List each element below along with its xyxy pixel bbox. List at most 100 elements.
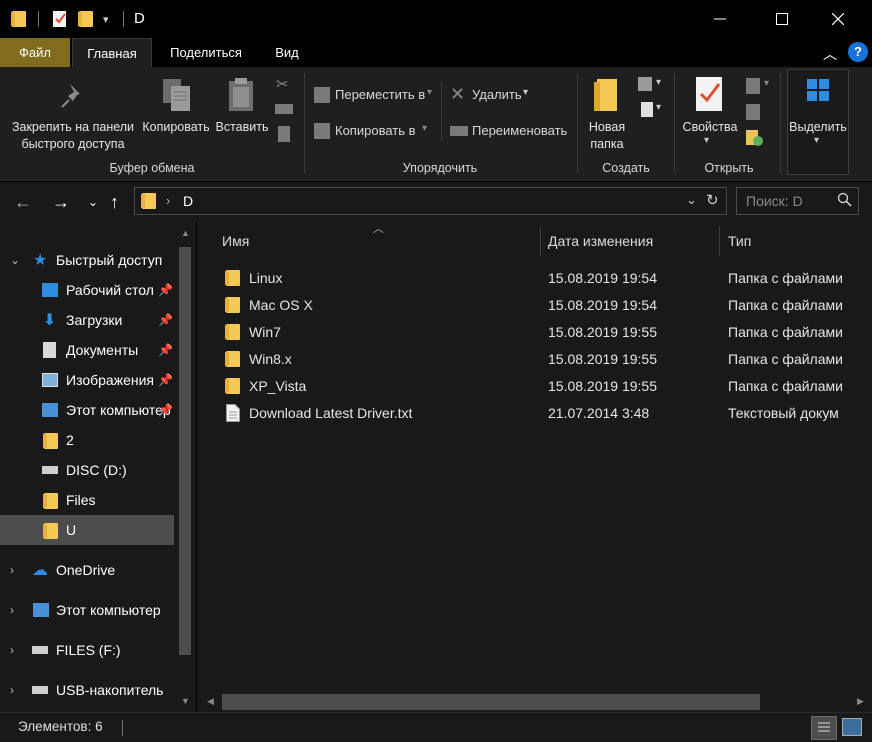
address-bar[interactable]: › D ⌄ ↻	[134, 187, 727, 215]
select-dropdown-icon[interactable]: ▾	[814, 135, 819, 146]
pin-icon[interactable]: 📌	[158, 373, 173, 387]
pin-icon[interactable]: 📌	[158, 403, 173, 417]
move-to-dropdown-icon[interactable]: ▾	[427, 87, 432, 98]
folder-icon	[225, 351, 240, 370]
rename-button[interactable]: Переименовать	[472, 123, 567, 138]
delete-dropdown-icon[interactable]: ▾	[523, 87, 528, 98]
folder-icon	[225, 378, 240, 397]
easy-access-icon[interactable]	[641, 102, 653, 117]
expand-chevron-icon[interactable]: ⌄	[10, 253, 20, 267]
column-header-date[interactable]: Дата изменения	[548, 226, 718, 256]
tab-file[interactable]: Файл	[0, 38, 70, 67]
nav-item-this-pc[interactable]: › Этот компьютер	[0, 595, 174, 625]
nav-item-desktop[interactable]: Рабочий стол 📌	[0, 275, 174, 305]
copy-path-icon[interactable]	[275, 104, 293, 114]
nav-label: Быстрый доступ	[56, 252, 163, 268]
pin-quick-access-button[interactable]: Закрепить на панели быстрого доступа	[8, 119, 138, 153]
cloud-icon: ☁	[32, 562, 48, 579]
address-dropdown-icon[interactable]: ⌄	[686, 192, 697, 208]
history-icon[interactable]	[746, 129, 764, 150]
nav-label: DISC (D:)	[66, 462, 127, 478]
horizontal-scrollbar-thumb[interactable]	[222, 694, 760, 710]
expand-chevron-icon[interactable]: ›	[10, 603, 14, 617]
nav-scrollbar-thumb[interactable]	[179, 247, 191, 655]
usb-drive-icon	[32, 686, 48, 694]
properties-dropdown-icon[interactable]: ▾	[704, 135, 709, 146]
nav-item-this-pc-quick[interactable]: Этот компьютер 📌	[0, 395, 174, 425]
nav-item-files[interactable]: Files	[0, 485, 174, 515]
paste-button[interactable]: Вставить	[214, 119, 270, 136]
search-box[interactable]: Поиск: D	[736, 187, 859, 215]
pin-icon[interactable]: 📌	[158, 343, 173, 357]
quick-access-dropdown-icon[interactable]: ▾	[103, 8, 109, 30]
cut-icon[interactable]: ✂	[276, 75, 289, 93]
move-to-button[interactable]: Переместить в	[335, 87, 425, 102]
nav-item-pictures[interactable]: Изображения 📌	[0, 365, 174, 395]
new-item-dropdown-icon[interactable]: ▾	[656, 77, 661, 88]
open-dropdown-icon[interactable]: ▾	[764, 78, 769, 89]
large-icons-view-icon[interactable]	[842, 718, 862, 736]
copy-button[interactable]: Копировать	[140, 119, 212, 136]
details-view-icon[interactable]	[811, 716, 837, 740]
file-name: Win8.x	[249, 351, 292, 367]
properties-icon[interactable]	[52, 8, 68, 30]
column-header-type[interactable]: Тип	[728, 226, 868, 256]
column-header-name[interactable]: Имя	[222, 226, 540, 256]
folder-icon	[43, 493, 58, 512]
nav-item-files-f[interactable]: › FILES (F:)	[0, 635, 174, 665]
refresh-icon[interactable]: ↻	[706, 191, 719, 209]
new-item-icon[interactable]	[638, 77, 652, 91]
edit-icon[interactable]	[746, 104, 760, 120]
expand-chevron-icon[interactable]: ›	[10, 683, 14, 697]
pin-icon[interactable]: 📌	[158, 283, 173, 297]
nav-item-u[interactable]: U	[0, 515, 174, 545]
properties-button[interactable]: Свойства	[676, 119, 744, 136]
scroll-left-icon[interactable]: ◀	[207, 696, 214, 707]
help-icon[interactable]: ?	[848, 42, 868, 62]
address-path[interactable]: D	[183, 193, 193, 209]
up-icon[interactable]: ↑	[110, 190, 119, 214]
recent-locations-icon[interactable]: ⌄	[88, 190, 98, 214]
tab-home[interactable]: Главная	[72, 38, 152, 67]
select-button[interactable]: Выделить	[788, 119, 848, 136]
tab-share[interactable]: Поделиться	[160, 38, 252, 67]
nav-item-disc-d[interactable]: DISC (D:)	[0, 455, 174, 485]
nav-item-documents[interactable]: Документы 📌	[0, 335, 174, 365]
pin-icon	[58, 81, 88, 114]
delete-button[interactable]: Удалить	[472, 87, 522, 102]
copy-to-dropdown-icon[interactable]: ▾	[422, 123, 427, 134]
copy-to-button[interactable]: Копировать в	[335, 123, 416, 138]
nav-label: Этот компьютер	[66, 402, 171, 418]
new-folder-icon[interactable]	[78, 8, 93, 30]
scroll-up-icon[interactable]: ▲	[181, 228, 190, 238]
paste-icon	[226, 77, 258, 116]
search-icon[interactable]	[837, 192, 853, 211]
search-placeholder: Поиск: D	[746, 193, 803, 209]
nav-label: Загрузки	[66, 312, 123, 328]
nav-item-usb[interactable]: › USB-накопитель	[0, 675, 174, 705]
close-icon[interactable]	[815, 0, 861, 38]
paste-shortcut-icon[interactable]	[278, 126, 290, 142]
expand-chevron-icon[interactable]: ›	[10, 643, 14, 657]
nav-item-onedrive[interactable]: › ☁ OneDrive	[0, 555, 174, 585]
easy-access-dropdown-icon[interactable]: ▾	[656, 102, 661, 113]
forward-icon[interactable]: →	[52, 190, 70, 214]
open-icon[interactable]	[746, 78, 760, 94]
ribbon-collapse-icon[interactable]: ︿	[823, 44, 837, 64]
pin-icon[interactable]: 📌	[158, 313, 173, 327]
nav-item-folder-2[interactable]: 2	[0, 425, 174, 455]
scroll-right-icon[interactable]: ▶	[857, 696, 864, 707]
back-icon[interactable]: ←	[14, 190, 32, 214]
maximize-icon[interactable]	[759, 0, 805, 38]
minimize-icon[interactable]	[697, 0, 743, 38]
tab-view[interactable]: Вид	[264, 38, 310, 67]
expand-chevron-icon[interactable]: ›	[10, 563, 14, 577]
nav-item-downloads[interactable]: ⬇ Загрузки 📌	[0, 305, 174, 335]
breadcrumb-chevron-icon[interactable]: ›	[166, 193, 170, 208]
nav-item-quick-access[interactable]: ⌄ ★ Быстрый доступ	[0, 245, 174, 275]
select-icon	[807, 79, 829, 104]
new-folder-button[interactable]: Новая папка	[580, 119, 634, 153]
scroll-down-icon[interactable]: ▼	[181, 696, 190, 706]
new-folder-large-icon	[592, 77, 620, 116]
file-date: 15.08.2019 19:55	[548, 378, 657, 394]
